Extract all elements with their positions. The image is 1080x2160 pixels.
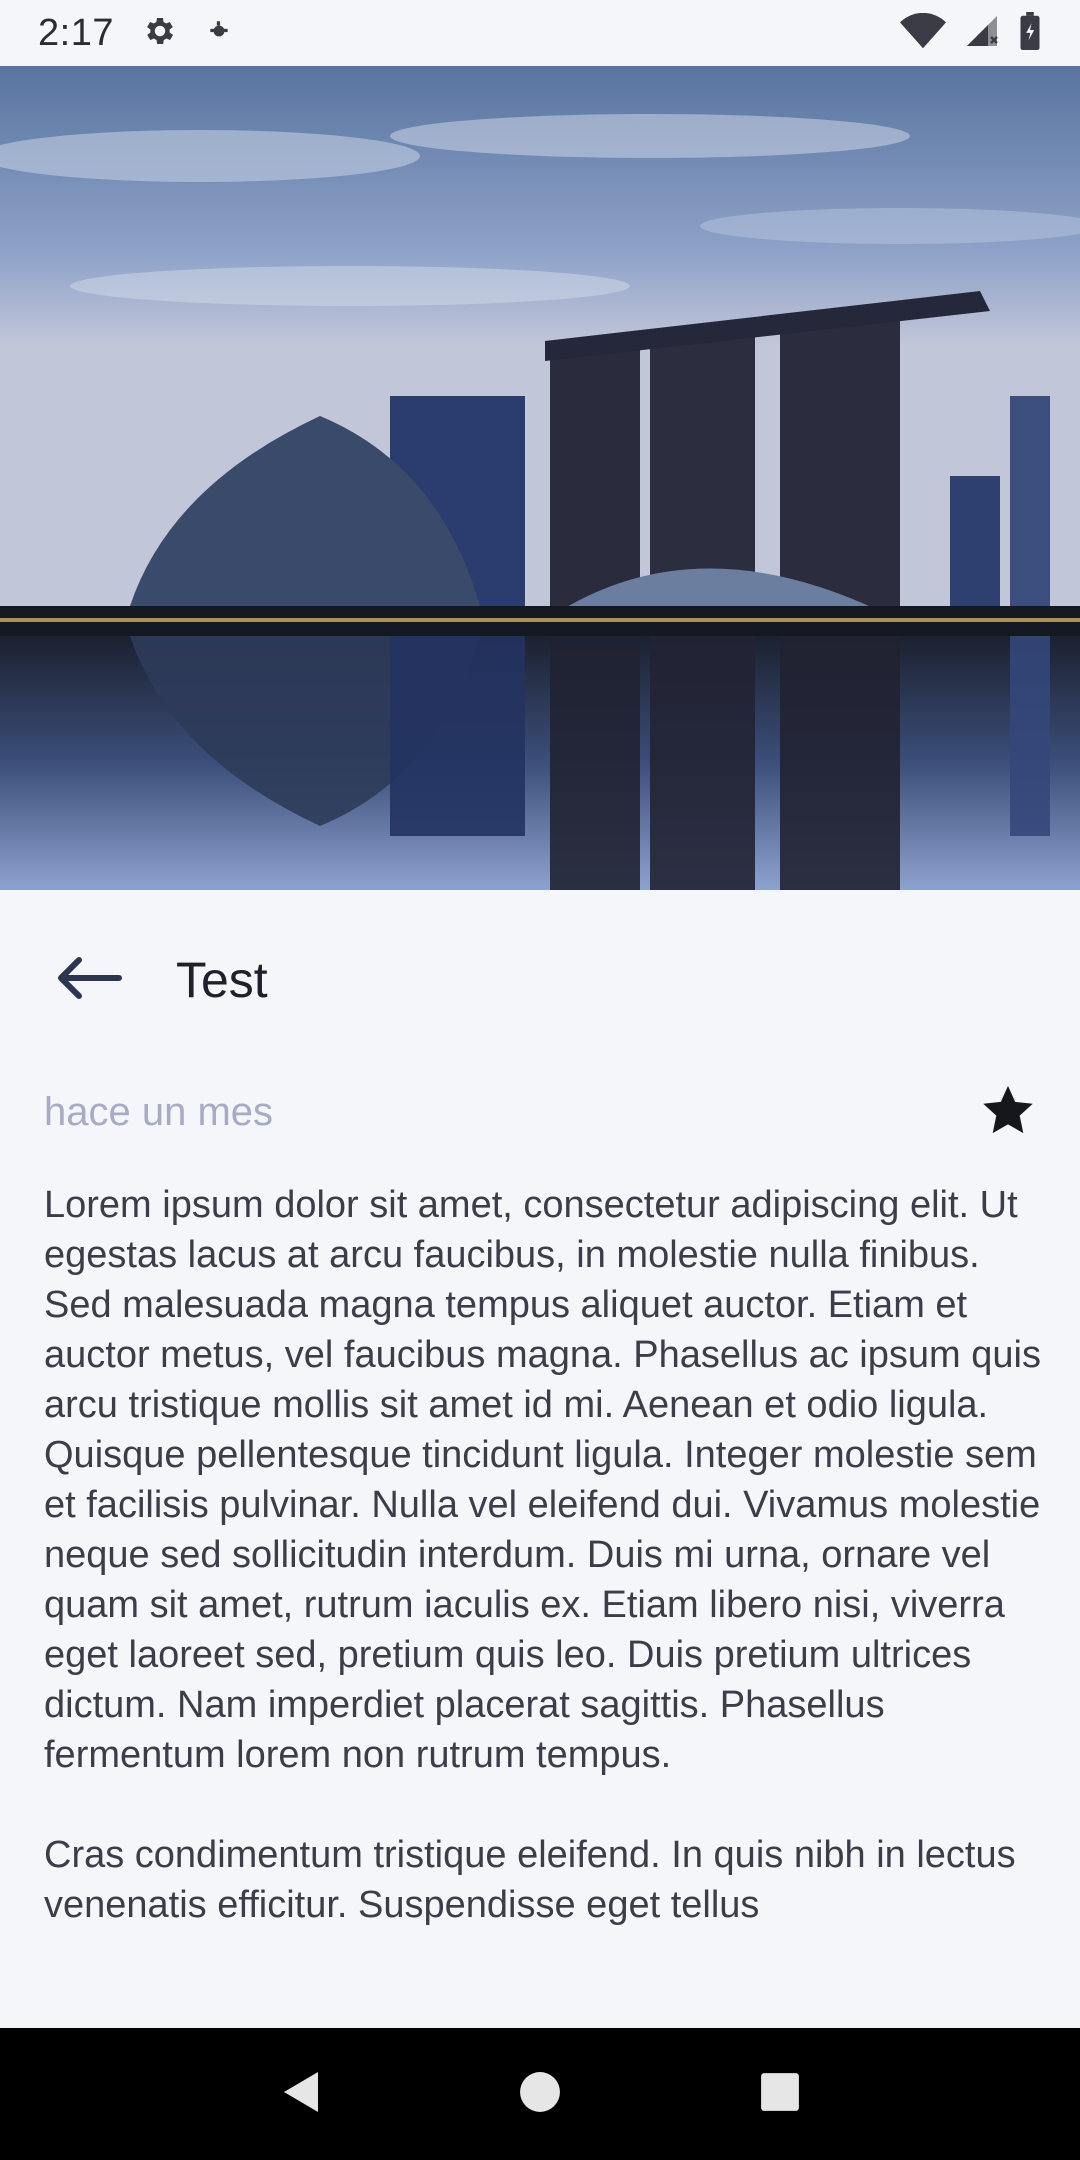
wifi-icon	[900, 12, 946, 54]
page-title: Test	[176, 952, 268, 1008]
paragraph: Lorem ipsum dolor sit amet, consectetur …	[44, 1184, 1041, 1776]
notification-icon	[206, 18, 232, 49]
battery-icon	[1018, 11, 1042, 55]
hero-image	[0, 66, 1080, 890]
settings-icon	[142, 13, 178, 54]
status-time: 2:17	[38, 11, 114, 54]
arrow-left-icon	[53, 956, 123, 1005]
star-icon	[981, 1084, 1035, 1141]
favorite-button[interactable]	[976, 1080, 1040, 1144]
meta-row: hace un mes	[44, 1080, 1040, 1144]
nav-back-button[interactable]	[255, 2049, 345, 2139]
timestamp: hace un mes	[44, 1089, 274, 1134]
nav-recents-button[interactable]	[735, 2049, 825, 2139]
recents-square-icon	[759, 2071, 801, 2118]
nav-home-button[interactable]	[495, 2049, 585, 2139]
back-button[interactable]	[52, 944, 124, 1016]
signal-icon	[964, 13, 1000, 54]
back-triangle-icon	[278, 2068, 322, 2121]
article-body: Lorem ipsum dolor sit amet, consectetur …	[44, 1180, 1044, 2028]
article-header: Test	[0, 890, 1080, 1070]
status-bar: 2:17	[0, 0, 1080, 66]
paragraph: Cras condimentum tristique eleifend. In …	[44, 1834, 1016, 1926]
system-nav-bar	[0, 2028, 1080, 2160]
home-circle-icon	[519, 2071, 561, 2118]
